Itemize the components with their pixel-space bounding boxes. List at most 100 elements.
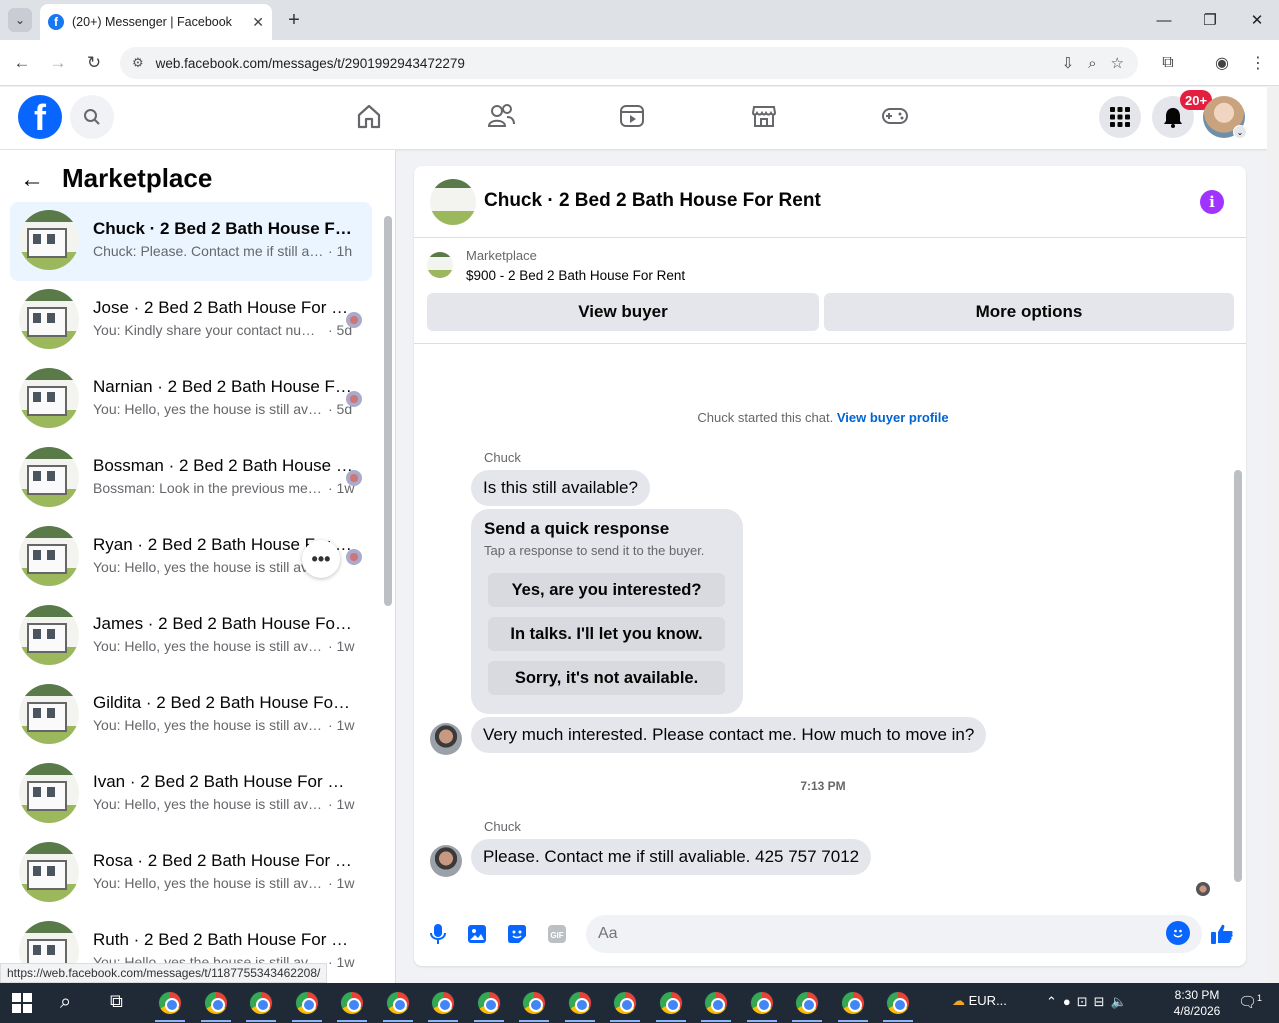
chevron-down-icon[interactable]: ⌄ xyxy=(1233,125,1247,139)
conversation-item[interactable]: James · 2 Bed 2 Bath House For Rent You: … xyxy=(10,597,372,676)
listing-avatar[interactable] xyxy=(430,179,476,225)
home-icon[interactable] xyxy=(354,101,384,131)
view-buyer-button[interactable]: View buyer xyxy=(427,293,819,331)
chat-title[interactable]: Chuck · 2 Bed 2 Bath House For Rent xyxy=(484,190,821,212)
search-button[interactable] xyxy=(70,95,114,139)
windows-start-icon[interactable] xyxy=(12,993,32,1013)
system-tray-icons[interactable]: ⌃●⊡⊟🔈 xyxy=(1046,994,1133,1010)
quick-response-option[interactable]: Yes, are you interested? xyxy=(488,573,725,607)
sticker-icon[interactable] xyxy=(505,922,529,946)
video-icon[interactable] xyxy=(617,101,647,131)
message-bubble[interactable]: Very much interested. Please contact me.… xyxy=(471,717,987,753)
microphone-icon[interactable] xyxy=(426,922,450,946)
chrome-taskbar-icon[interactable] xyxy=(613,991,637,1015)
chrome-taskbar-icon[interactable] xyxy=(158,991,182,1015)
conversation-item[interactable]: Bossman · 2 Bed 2 Bath House For Rent Bos… xyxy=(10,439,372,518)
page-scrollbar[interactable] xyxy=(1267,87,1279,983)
running-indicator xyxy=(428,1020,458,1022)
chat-scrollbar[interactable] xyxy=(1234,470,1242,882)
chrome-taskbar-icon[interactable] xyxy=(249,991,273,1015)
listing-title[interactable]: $900 - 2 Bed 2 Bath House For Rent xyxy=(466,268,685,283)
chrome-taskbar-icon[interactable] xyxy=(795,991,819,1015)
conversation-item[interactable]: Narnian · 2 Bed 2 Bath House For Rent You… xyxy=(10,360,372,439)
running-indicator xyxy=(155,1020,185,1022)
chrome-taskbar-icon[interactable] xyxy=(203,991,228,1015)
back-arrow-icon[interactable]: ← xyxy=(9,50,35,76)
running-indicator xyxy=(746,1020,777,1022)
weather-widget[interactable]: ☁ EUR... xyxy=(952,993,1007,1009)
conversation-item[interactable]: Rosa · 2 Bed 2 Bath House For Rent You: H… xyxy=(10,834,372,913)
thumbs-up-icon[interactable] xyxy=(1210,922,1234,946)
tab-close-icon[interactable]: ✕ xyxy=(252,14,264,31)
url-text[interactable]: web.facebook.com/messages/t/290199294347… xyxy=(156,56,1062,71)
emoji-icon[interactable] xyxy=(1166,921,1190,945)
taskbar-clock[interactable]: 8:30 PM 4/8/2026 xyxy=(1170,987,1224,1019)
conversation-item[interactable]: Chuck · 2 Bed 2 Bath House For Rent Chuck… xyxy=(10,202,372,281)
new-tab-button[interactable]: + xyxy=(282,8,306,32)
info-icon[interactable]: i xyxy=(1200,190,1224,214)
extensions-icon[interactable]: ⧉ xyxy=(1156,51,1180,75)
more-options-button[interactable]: More options xyxy=(824,293,1234,331)
quick-response-title: Send a quick response xyxy=(484,519,670,538)
time-separator: 7:13 PM xyxy=(800,779,846,793)
conversation-item[interactable]: Jose · 2 Bed 2 Bath House For Rent You: K… xyxy=(10,281,372,360)
chrome-taskbar-icon[interactable] xyxy=(567,991,592,1015)
profile-icon[interactable]: ◉ xyxy=(1210,51,1234,75)
chrome-taskbar-icon[interactable] xyxy=(886,991,910,1015)
message-bubble[interactable]: Please. Contact me if still avaliable. 4… xyxy=(471,839,872,875)
view-buyer-profile-link[interactable]: View buyer profile xyxy=(837,410,949,425)
reload-icon[interactable]: ↻ xyxy=(81,50,107,76)
zoom-icon[interactable]: ⌕ xyxy=(1088,55,1096,72)
chrome-taskbar-icon[interactable] xyxy=(476,991,501,1015)
chrome-taskbar-icon[interactable] xyxy=(749,991,774,1015)
chrome-taskbar-icon[interactable] xyxy=(840,991,865,1015)
listing-source: Marketplace xyxy=(466,248,537,263)
chrome-taskbar-icon[interactable] xyxy=(522,991,546,1015)
window-close-icon[interactable]: ✕ xyxy=(1237,6,1277,34)
conversation-more-button[interactable]: ••• xyxy=(302,540,340,578)
chrome-taskbar-icon[interactable] xyxy=(704,991,728,1015)
listing-thumbnail xyxy=(19,210,79,270)
marketplace-icon[interactable] xyxy=(749,101,779,131)
task-view-icon[interactable]: ⧉ xyxy=(110,991,123,1012)
tab-search-chevron-icon[interactable]: ⌄ xyxy=(8,8,32,32)
running-indicator xyxy=(564,1020,595,1022)
menu-grid-button[interactable] xyxy=(1099,96,1141,138)
chrome-taskbar-icon[interactable] xyxy=(658,991,683,1015)
quick-response-option[interactable]: Sorry, it's not available. xyxy=(488,661,725,695)
back-arrow-icon[interactable]: ← xyxy=(20,166,44,194)
sidebar-scrollbar[interactable] xyxy=(384,216,392,606)
running-indicator xyxy=(701,1020,731,1022)
conversation-item[interactable]: Gildita · 2 Bed 2 Bath House For Rent You… xyxy=(10,676,372,755)
chrome-taskbar-icon[interactable] xyxy=(340,991,364,1015)
facebook-logo[interactable]: f xyxy=(18,95,62,139)
notification-center-icon[interactable]: 🗨1 xyxy=(1238,993,1262,1011)
browser-tab[interactable]: f (20+) Messenger | Facebook ✕ xyxy=(40,4,272,40)
forward-arrow-icon[interactable]: → xyxy=(45,50,71,76)
omnibox[interactable]: ⚙ web.facebook.com/messages/t/2901992943… xyxy=(120,47,1138,79)
sender-avatar[interactable] xyxy=(430,845,462,877)
conversation-name: Rosa · 2 Bed 2 Bath House For Rent xyxy=(93,851,355,870)
chrome-taskbar-icon[interactable] xyxy=(385,991,410,1015)
listing-thumbnail xyxy=(19,368,79,428)
chrome-taskbar-icon[interactable] xyxy=(294,991,319,1015)
listing-thumbnail xyxy=(19,289,79,349)
gaming-icon[interactable] xyxy=(880,101,910,131)
bookmark-star-icon[interactable]: ☆ xyxy=(1111,54,1124,72)
photo-icon[interactable] xyxy=(465,922,489,946)
site-info-icon[interactable]: ⚙ xyxy=(132,55,144,71)
message-input[interactable] xyxy=(586,915,1202,953)
seen-avatar xyxy=(346,312,362,328)
quick-response-option[interactable]: In talks. I'll let you know. xyxy=(488,617,725,651)
minimize-icon[interactable]: — xyxy=(1144,6,1184,34)
install-app-icon[interactable]: ⇩ xyxy=(1062,54,1075,72)
chrome-taskbar-icon[interactable] xyxy=(431,991,455,1015)
taskbar-search-icon[interactable]: ⌕ xyxy=(60,991,71,1014)
gif-icon[interactable]: GIF xyxy=(545,922,569,946)
conversation-item[interactable]: Ivan · 2 Bed 2 Bath House For Rent You: H… xyxy=(10,755,372,834)
message-bubble[interactable]: Is this still available? xyxy=(471,470,650,506)
sender-avatar[interactable] xyxy=(430,723,462,755)
browser-menu-icon[interactable]: ⋮ xyxy=(1246,51,1270,75)
restore-icon[interactable]: ❐ xyxy=(1190,6,1230,34)
friends-icon[interactable] xyxy=(486,101,516,131)
